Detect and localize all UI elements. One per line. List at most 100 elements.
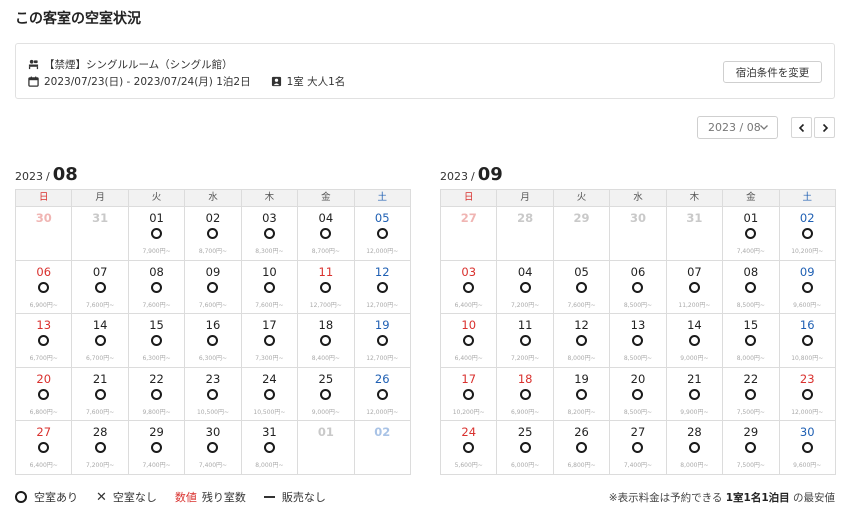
calendar-day[interactable]: 22 9,800円~ — [128, 367, 186, 422]
calendar-day[interactable]: 20 8,500円~ — [610, 367, 667, 422]
day-number: 30 — [799, 425, 815, 440]
calendar-day[interactable]: 12 12,700円~ — [354, 260, 411, 315]
calendar-day[interactable]: 29 7,400円~ — [128, 421, 186, 475]
calendar-day[interactable]: 28 7,200円~ — [72, 421, 129, 475]
change-conditions-button[interactable]: 宿泊条件を変更 — [723, 61, 822, 83]
calendar-week: 27 6,400円~ 28 7,200円~ 29 7,400円~ 30 7,400円~ 31 8,… — [16, 421, 411, 475]
calendar-day[interactable]: 06 6,900円~ — [16, 260, 73, 315]
calendar-day[interactable]: 08 8,500円~ — [723, 260, 780, 315]
calendar-day[interactable]: 10 6,400円~ — [441, 314, 498, 368]
calendar-day[interactable]: 21 9,900円~ — [666, 367, 724, 422]
calendar-day: 30 — [16, 207, 73, 261]
day-number: 25 — [517, 425, 533, 440]
calendar-day[interactable]: 15 8,000円~ — [723, 314, 780, 368]
calendar-day[interactable]: 30 7,400円~ — [185, 421, 242, 475]
calendar-day[interactable]: 07 7,600円~ — [72, 260, 129, 315]
calendar-day[interactable]: 22 7,500円~ — [723, 367, 780, 422]
calendar-day[interactable]: 03 6,400円~ — [441, 260, 498, 315]
stay-details-row: 2023/07/23(日) - 2023/07/24(月) 1泊2日 1室 大人… — [28, 74, 345, 89]
available-circle-icon — [463, 335, 475, 347]
day-number: 30 — [629, 211, 646, 225]
available-circle-icon — [38, 335, 50, 347]
calendar-day[interactable]: 16 6,300円~ — [185, 314, 242, 368]
calendar-day[interactable]: 02 10,200円~ — [779, 207, 836, 261]
calendar-day[interactable]: 26 6,800円~ — [553, 421, 611, 475]
day-number: 19 — [574, 371, 589, 386]
prev-month-button[interactable] — [791, 117, 812, 138]
calendar-day[interactable]: 13 6,700円~ — [16, 314, 73, 368]
calendar-day[interactable]: 29 7,500円~ — [723, 421, 780, 475]
calendar-day[interactable]: 23 10,500円~ — [185, 367, 242, 422]
day-number: 03 — [461, 264, 477, 279]
calendar-day[interactable]: 27 7,400円~ — [610, 421, 667, 475]
calendar-day[interactable]: 31 8,000円~ — [241, 421, 299, 475]
day-number: 28 — [92, 425, 108, 440]
weekday-label: 木 — [241, 190, 299, 207]
calendar-day[interactable]: 24 10,500円~ — [241, 367, 299, 422]
calendar-day[interactable]: 20 6,800円~ — [16, 367, 73, 422]
weekday-label: 土 — [354, 190, 411, 207]
day-number: 04 — [318, 211, 334, 225]
calendar-day[interactable]: 01 7,900円~ — [128, 207, 186, 261]
calendar-day[interactable]: 09 7,600円~ — [185, 260, 242, 315]
calendar-day[interactable]: 18 6,900円~ — [497, 367, 554, 422]
calendar-day[interactable]: 23 12,000円~ — [779, 367, 836, 422]
calendar-day[interactable]: 17 7,300円~ — [241, 314, 299, 368]
chevron-right-icon — [822, 123, 828, 132]
calendar-day[interactable]: 30 9,600円~ — [779, 421, 836, 475]
calendar-day[interactable]: 25 6,000円~ — [497, 421, 554, 475]
available-circle-icon — [38, 281, 50, 293]
day-number: 01 — [743, 211, 759, 225]
calendar-day[interactable]: 06 8,500円~ — [610, 260, 667, 315]
calendar-day: 31 — [666, 207, 724, 261]
day-price: 9,000円~ — [311, 408, 340, 416]
day-number: 25 — [318, 371, 334, 386]
day-price: 6,700円~ — [29, 355, 58, 363]
calendar-day[interactable]: 02 8,700円~ — [185, 207, 242, 261]
calendar-day[interactable]: 01 7,400円~ — [723, 207, 780, 261]
calendar-day[interactable]: 18 8,400円~ — [298, 314, 355, 368]
month-select[interactable]: 2023 / 08 — [697, 116, 778, 139]
calendar-day[interactable]: 03 8,300円~ — [241, 207, 299, 261]
room-name: 【禁煙】シングルルーム（シングル館） — [44, 59, 233, 71]
calendar-day[interactable]: 11 12,700円~ — [298, 260, 355, 315]
weekday-label: 日 — [441, 190, 498, 207]
calendar-day[interactable]: 11 7,200円~ — [497, 314, 554, 368]
day-number: 11 — [318, 264, 334, 279]
calendar-day[interactable]: 17 10,200円~ — [441, 367, 498, 422]
cross-icon: ✕ — [96, 489, 107, 505]
calendar-day[interactable]: 05 12,000円~ — [354, 207, 411, 261]
day-price: 9,900円~ — [680, 408, 709, 416]
calendar-day[interactable]: 08 7,600円~ — [128, 260, 186, 315]
day-price: 8,000円~ — [680, 462, 709, 470]
calendar-day[interactable]: 13 8,500円~ — [610, 314, 667, 368]
calendar-day[interactable]: 10 7,600円~ — [241, 260, 299, 315]
calendar-day[interactable]: 27 6,400円~ — [16, 421, 73, 475]
next-month-button[interactable] — [814, 117, 835, 138]
calendar-day[interactable]: 24 5,600円~ — [441, 421, 498, 475]
available-circle-icon — [376, 388, 388, 400]
calendar-day: 29 — [553, 207, 611, 261]
calendar-day[interactable]: 05 7,600円~ — [553, 260, 611, 315]
calendar-day[interactable]: 04 7,200円~ — [497, 260, 554, 315]
calendar-day[interactable]: 19 12,700円~ — [354, 314, 411, 368]
calendar-day[interactable]: 07 11,200円~ — [666, 260, 724, 315]
available-circle-icon — [801, 442, 813, 454]
calendar-week: 10 6,400円~ 11 7,200円~ 12 8,000円~ 13 8,500円~ 14 9,… — [441, 314, 836, 368]
calendar-day[interactable]: 14 6,700円~ — [72, 314, 129, 368]
calendar-day[interactable]: 09 9,600円~ — [779, 260, 836, 315]
calendar-year: 2023 — [440, 170, 468, 183]
calendar-day[interactable]: 21 7,600円~ — [72, 367, 129, 422]
calendar-day[interactable]: 26 12,000円~ — [354, 367, 411, 422]
calendar-day[interactable]: 04 8,700円~ — [298, 207, 355, 261]
calendar-day: 30 — [610, 207, 667, 261]
calendar-day[interactable]: 14 9,000円~ — [666, 314, 724, 368]
calendar-day[interactable]: 28 8,000円~ — [666, 421, 724, 475]
calendar-day[interactable]: 25 9,000円~ — [298, 367, 355, 422]
calendar-day[interactable]: 16 10,800円~ — [779, 314, 836, 368]
calendar-day[interactable]: 12 8,000円~ — [553, 314, 611, 368]
calendar-day[interactable]: 15 6,300円~ — [128, 314, 186, 368]
calendar-day[interactable]: 19 8,200円~ — [553, 367, 611, 422]
day-number: 10 — [461, 318, 477, 333]
day-price: 9,000円~ — [680, 355, 709, 363]
